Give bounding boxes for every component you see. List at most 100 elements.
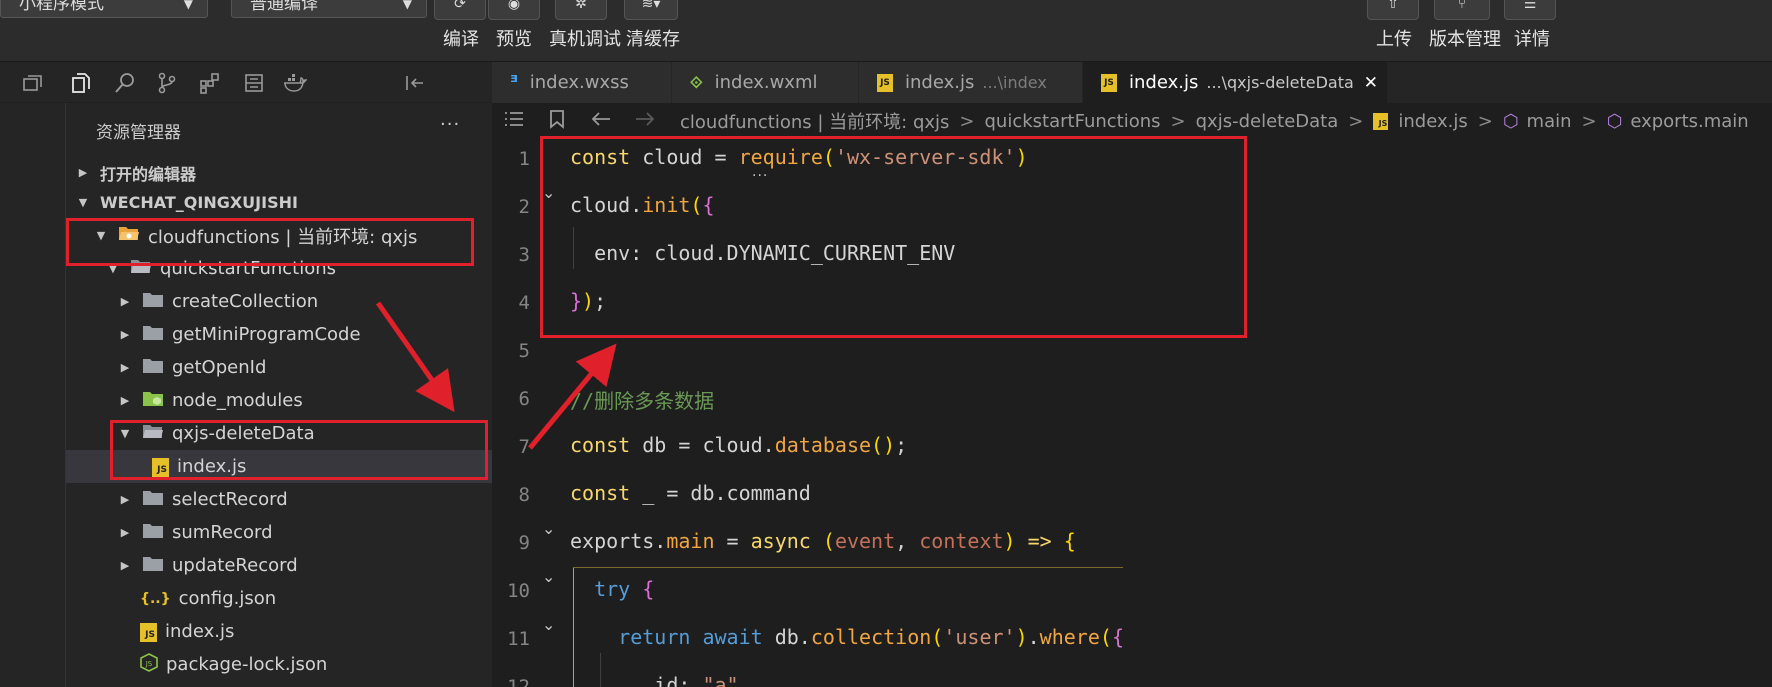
upload-label[interactable]: 上传	[1376, 25, 1412, 51]
js-file-icon: JS	[1373, 112, 1389, 130]
svg-text:JS: JS	[145, 660, 153, 668]
code-line[interactable]: env: cloud.DYNAMIC_CURRENT_ENV	[570, 241, 955, 265]
folder-icon	[142, 555, 164, 577]
open-editors-section[interactable]: ▶ 打开的编辑器	[66, 156, 492, 189]
close-icon[interactable]: ✕	[1364, 73, 1378, 93]
breadcrumb-item[interactable]: qxjs-deleteData	[1196, 111, 1339, 132]
tree-item-index-js[interactable]: JS index.js	[66, 615, 492, 648]
details-button[interactable]: ☰	[1504, 0, 1556, 20]
tree-item-quickstartfunctions[interactable]: ▼ quickstartFunctions	[66, 252, 492, 285]
bookmark-icon[interactable]	[549, 109, 565, 133]
line-number: 7	[518, 436, 530, 458]
tree-item-qxjs-deletedata[interactable]: ▼ qxjs-deleteData	[66, 417, 492, 450]
collapse-panel-icon[interactable]	[402, 72, 428, 94]
explorer-icon[interactable]	[68, 72, 94, 94]
breadcrumb-item[interactable]: main	[1527, 111, 1572, 132]
code-token: const	[570, 481, 631, 505]
fold-chevron-icon[interactable]: ⌄	[542, 519, 555, 538]
code-line[interactable]: //删除多条数据	[570, 385, 714, 414]
line-number: 2	[518, 196, 530, 218]
code-token: //删除多条数据	[570, 389, 715, 413]
open-editors-label: 打开的编辑器	[100, 164, 197, 184]
collapsed-ellipsis[interactable]: ···	[752, 168, 768, 184]
compile-select[interactable]: 普通编译 ▼	[231, 0, 427, 18]
code-line[interactable]: cloud.init({	[570, 193, 715, 217]
chevron-right-icon: >	[1348, 110, 1364, 132]
docker-icon[interactable]	[282, 72, 308, 94]
extensions-icon[interactable]	[197, 72, 223, 94]
tree-item-node-modules[interactable]: ▶ node_modules	[66, 384, 492, 417]
tree-item-config-json[interactable]: {..} config.json	[66, 582, 492, 615]
project-section[interactable]: ▼ WECHAT_QINGXUJISHI	[66, 186, 492, 219]
list-icon[interactable]	[503, 110, 525, 132]
css-file-icon: ᴲ	[510, 71, 518, 93]
compile-button[interactable]: ⟳	[434, 0, 486, 20]
compile-label[interactable]: 编译	[443, 25, 479, 51]
mode-select[interactable]: 小程序模式 ▼	[0, 0, 208, 18]
breadcrumb-item[interactable]: cloudfunctions | 当前环境: qxjs	[680, 108, 949, 134]
line-number: 3	[518, 244, 530, 266]
tab-index-js-deletedata[interactable]: JS index.js ...\qxjs-deleteData ✕	[1083, 62, 1388, 103]
code-token: exports.	[570, 529, 667, 553]
code-line[interactable]: const cloud = require('wx-server-sdk')	[570, 145, 1028, 169]
back-arrow-icon[interactable]	[590, 110, 612, 132]
clear-cache-button[interactable]: ≋▾	[624, 0, 678, 20]
line-number: 8	[518, 484, 530, 506]
code-token: database	[774, 433, 872, 457]
code-token: const	[570, 433, 631, 457]
indent-guide	[573, 227, 574, 269]
tree-item-index-js-selected[interactable]: JS index.js	[66, 450, 492, 483]
code-token: ,	[895, 529, 920, 553]
breadcrumb-item[interactable]: exports.main	[1630, 111, 1748, 132]
code-line[interactable]: const _ = db.command	[570, 481, 811, 505]
code-line[interactable]: exports.main = async (event, context) =>…	[570, 529, 1076, 553]
storage-icon[interactable]	[241, 72, 267, 94]
debug-button[interactable]: ✲	[555, 0, 607, 20]
code-line[interactable]: const db = cloud.database();	[570, 433, 907, 457]
code-token: )	[1015, 145, 1028, 169]
code-line[interactable]: });	[570, 289, 606, 313]
tab-index-js-index[interactable]: JS index.js ...\index	[859, 62, 1083, 103]
version-label[interactable]: 版本管理	[1429, 25, 1501, 51]
tree-item-getminiprogramcode[interactable]: ▶ getMiniProgramCode	[66, 318, 492, 351]
fold-chevron-icon[interactable]: ⌄	[542, 183, 555, 202]
debug-label[interactable]: 真机调试	[549, 25, 621, 51]
preview-button[interactable]: ◉	[488, 0, 540, 20]
code-line[interactable]: try {	[570, 577, 654, 601]
tree-item-updaterecord[interactable]: ▶ updateRecord	[66, 549, 492, 582]
upload-button[interactable]: ⇧	[1367, 0, 1419, 20]
tree-item-package-lock[interactable]: JS package-lock.json	[66, 648, 492, 681]
tree-item-getopenid[interactable]: ▶ getOpenId	[66, 351, 492, 384]
breadcrumb-item[interactable]: index.js	[1398, 111, 1467, 132]
source-control-icon[interactable]	[154, 72, 180, 94]
explorer-more-button[interactable]: ···	[440, 114, 460, 135]
tree-item-label: qxjs-deleteData	[172, 423, 315, 444]
forward-arrow-icon[interactable]	[634, 110, 656, 132]
line-number: 6	[518, 388, 530, 410]
clear-cache-label[interactable]: 清缓存	[626, 25, 680, 51]
node-folder-icon	[142, 390, 164, 412]
wxml-file-icon: ⟐	[690, 72, 703, 92]
js-file-icon: JS	[140, 621, 157, 642]
tree-item-sumrecord[interactable]: ▶ sumRecord	[66, 516, 492, 549]
window-icon[interactable]	[20, 72, 46, 94]
tab-index-wxss[interactable]: ᴲ index.wxss	[492, 62, 672, 103]
tab-index-wxml[interactable]: ⟐ index.wxml	[672, 62, 859, 103]
code-token: ()	[871, 433, 896, 457]
breadcrumb-item[interactable]: quickstartFunctions	[985, 111, 1161, 132]
fold-chevron-icon[interactable]: ⌄	[542, 567, 555, 586]
tree-item-label: node_modules	[172, 390, 303, 411]
code-line[interactable]: _id: "a"	[570, 673, 738, 687]
tree-item-cloudfunctions[interactable]: ▼ cloudfunctions | 当前环境: qxjs	[66, 219, 492, 252]
chevron-down-icon: ▼	[78, 196, 88, 209]
tree-item-createcollection[interactable]: ▶ createCollection	[66, 285, 492, 318]
tree-item-selectrecord[interactable]: ▶ selectRecord	[66, 483, 492, 516]
version-button[interactable]: ⑂	[1434, 0, 1490, 20]
search-icon[interactable]	[112, 72, 138, 94]
indent-guide-active	[573, 568, 574, 687]
fold-chevron-icon[interactable]: ⌄	[542, 615, 555, 634]
preview-label[interactable]: 预览	[496, 25, 532, 51]
upload-icon: ⇧	[1387, 0, 1399, 12]
details-label[interactable]: 详情	[1514, 25, 1550, 51]
code-line[interactable]: return await db.collection('user').where…	[570, 625, 1124, 649]
